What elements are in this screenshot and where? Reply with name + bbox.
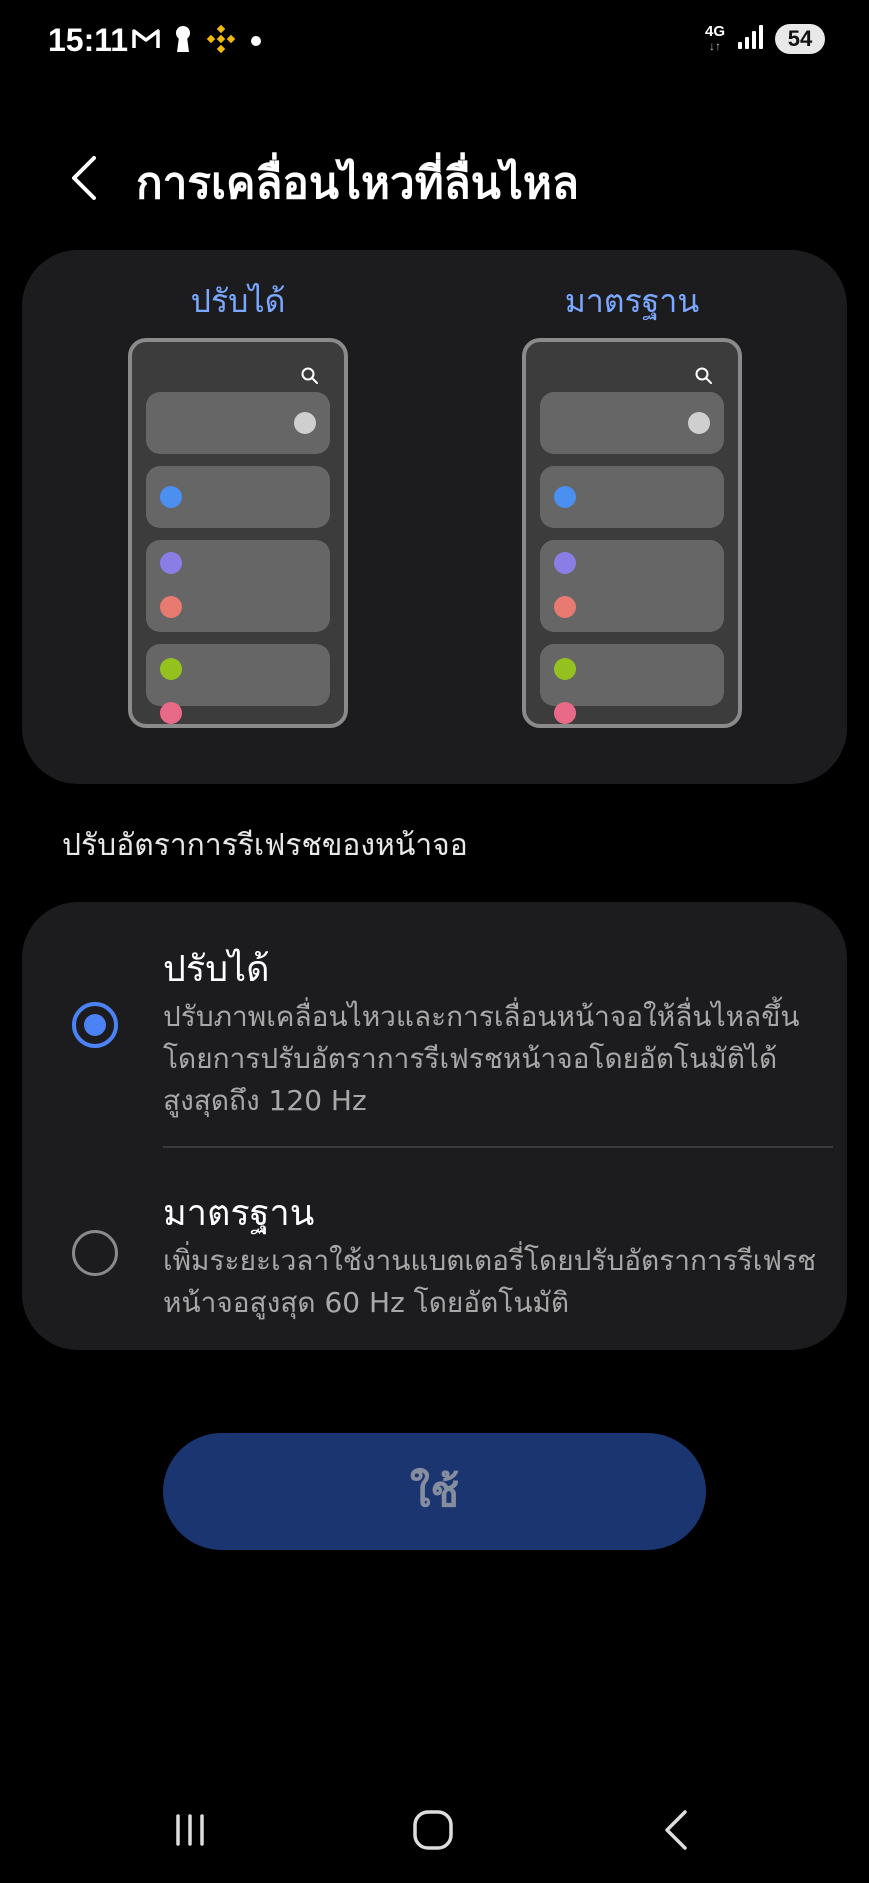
- search-icon: [695, 367, 712, 384]
- apply-button[interactable]: ใช้: [163, 1433, 706, 1550]
- red-dot-icon: [160, 596, 182, 618]
- status-icons-left: [132, 24, 262, 58]
- header: การเคลื่อนไหวที่ลื่นไหล: [0, 140, 869, 220]
- radio-adaptive-selected[interactable]: [72, 1002, 118, 1048]
- status-bar: 15:11 4G ↓↑ 54: [0, 0, 869, 84]
- phone-illustration-standard: [522, 338, 742, 728]
- preview-tile: [146, 392, 330, 454]
- recents-icon: [176, 1814, 204, 1846]
- home-button[interactable]: [393, 1790, 473, 1870]
- signal-icon: [737, 24, 763, 54]
- page-title: การเคลื่อนไหวที่ลื่นไหล: [136, 158, 579, 209]
- home-icon: [413, 1810, 453, 1850]
- toggle-dot-icon: [688, 412, 710, 434]
- preview-tile: [540, 540, 724, 632]
- radio-dot-icon: [84, 1014, 106, 1036]
- binance-icon: [206, 24, 236, 58]
- data-arrows-icon: ↓↑: [708, 39, 721, 53]
- option-title: มาตรฐาน: [163, 1193, 315, 1234]
- preview-tile: [540, 466, 724, 528]
- battery-level: 54: [787, 26, 813, 51]
- network-type: 4G: [704, 23, 725, 40]
- option-adaptive[interactable]: ปรับได้ ปรับภาพเคลื่อนไหวและการเลื่อนหน้…: [22, 940, 847, 1140]
- status-icons-right: 4G ↓↑ 54: [705, 24, 825, 54]
- search-icon: [301, 367, 318, 384]
- gmail-icon: [132, 28, 160, 54]
- purple-dot-icon: [160, 552, 182, 574]
- preview-tile: [540, 644, 724, 724]
- option-description: เพิ่มระยะเวลาใช้งานแบตเตอรี่โดยปรับอัตรา…: [163, 1244, 817, 1319]
- battery-icon: 54: [775, 24, 825, 54]
- option-title: ปรับได้: [163, 949, 270, 990]
- radio-standard[interactable]: [72, 1230, 118, 1276]
- pink-dot-icon: [160, 702, 182, 724]
- back-button[interactable]: [58, 150, 110, 206]
- nav-back-button[interactable]: [636, 1790, 716, 1870]
- blue-dot-icon: [160, 486, 182, 508]
- option-description: ปรับภาพเคลื่อนไหวและการเลื่อนหน้าจอให้ลื…: [163, 1000, 800, 1117]
- keyhole-icon: [174, 25, 192, 57]
- preview-label-adaptive: ปรับได้: [190, 282, 286, 320]
- preview-tile: [146, 540, 330, 632]
- preview-tile: [146, 644, 330, 724]
- notification-dot-icon: [250, 32, 262, 51]
- toggle-dot-icon: [294, 412, 316, 434]
- preview-tile: [146, 466, 330, 528]
- green-dot-icon: [554, 658, 576, 680]
- back-icon: [665, 1810, 687, 1850]
- section-label: ปรับอัตราการรีเฟรชของหน้าจอ: [62, 828, 468, 863]
- phone-illustration-adaptive: [128, 338, 348, 728]
- pink-dot-icon: [554, 702, 576, 724]
- status-time: 15:11: [48, 22, 129, 58]
- red-dot-icon: [554, 596, 576, 618]
- green-dot-icon: [160, 658, 182, 680]
- navigation-bar: [0, 1790, 869, 1870]
- recents-button[interactable]: [150, 1790, 230, 1870]
- divider: [163, 1146, 833, 1148]
- preview-label-standard: มาตรฐาน: [564, 282, 700, 320]
- chevron-left-icon: [72, 156, 96, 200]
- network-4g-icon: 4G ↓↑: [704, 23, 725, 53]
- option-standard[interactable]: มาตรฐาน เพิ่มระยะเวลาใช้งานแบตเตอรี่โดยป…: [22, 1184, 847, 1324]
- refresh-rate-options: ปรับได้ ปรับภาพเคลื่อนไหวและการเลื่อนหน้…: [22, 902, 847, 1350]
- preview-card: ปรับได้ มาตรฐาน: [22, 250, 847, 784]
- preview-tile: [540, 392, 724, 454]
- blue-dot-icon: [554, 486, 576, 508]
- purple-dot-icon: [554, 552, 576, 574]
